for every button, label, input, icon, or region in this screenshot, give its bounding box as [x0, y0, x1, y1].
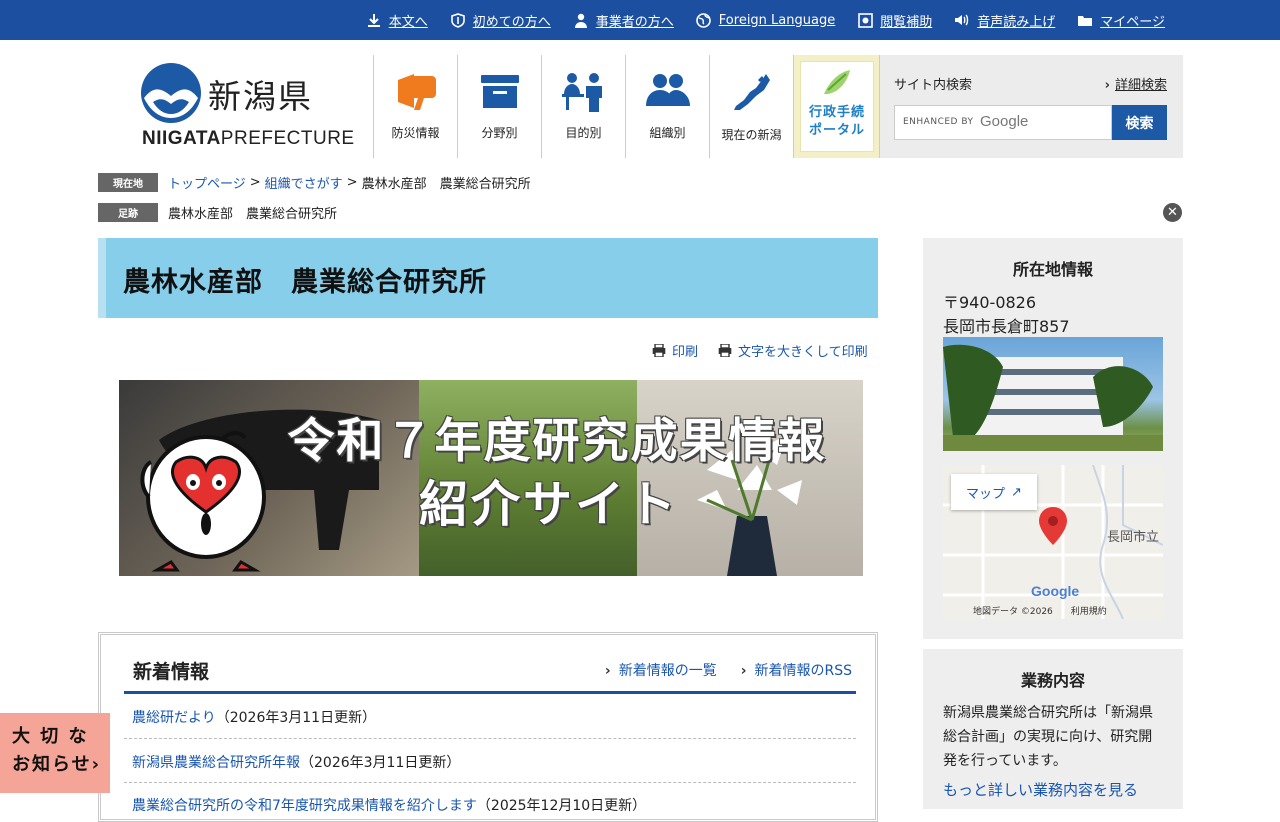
nav-niigata-now[interactable]: 現在の新潟: [710, 55, 794, 158]
nav-by-field[interactable]: 分野別: [458, 55, 542, 158]
address: 長岡市長倉町857: [943, 317, 1070, 336]
link-first-visit[interactable]: 初めての方へ: [450, 11, 551, 30]
search-title: サイト内検索: [894, 78, 973, 93]
link-foreign-language[interactable]: Foreign Language: [696, 12, 835, 28]
advanced-search-link[interactable]: 詳細検索: [1105, 74, 1167, 93]
news-section: 新着情報 新着情報の一覧 新着情報のRSS 農総研だより（2026年3月11日更…: [98, 632, 878, 822]
nav-disaster-info[interactable]: 防災情報: [374, 55, 458, 158]
top-utility-bar: 本文へ 初めての方へ 事業者の方へ Foreign Language 閲覧補助 …: [0, 0, 1280, 40]
facility-photo: [943, 337, 1163, 451]
niigata-map-icon: [733, 74, 770, 110]
news-links: 新着情報の一覧 新着情報のRSS: [581, 660, 852, 680]
business-description: 新潟県農業総合研究所は「新潟県総合計画」の実現に向け、研究開発を行っています。: [943, 705, 1153, 769]
footprint-item[interactable]: 農林水産部 農業総合研究所: [168, 203, 337, 222]
shield-leaf-icon: [450, 12, 466, 28]
breadcrumb-link-top[interactable]: トップページ: [168, 173, 246, 192]
news-heading: 新着情報: [133, 661, 210, 683]
page-title: 農林水産部 農業総合研究所: [123, 267, 487, 298]
breadcrumb-link-organization[interactable]: 組織でさがす: [265, 173, 343, 192]
map-footer: 地図データ ©2026 利用規約: [973, 607, 1107, 617]
nav-by-organization[interactable]: 組織別: [626, 55, 710, 158]
external-link-icon: ↗: [1011, 484, 1022, 500]
link-my-page[interactable]: マイページ: [1077, 11, 1165, 30]
portal-leaf-icon: [824, 70, 850, 94]
breadcrumb: 現在地 トップページ > 組織でさがす > 農林水産部 農業総合研究所: [98, 173, 531, 192]
close-icon: ✕: [1167, 205, 1178, 220]
nav-by-purpose[interactable]: 目的別: [542, 55, 626, 158]
banner-title-line1: 令和７年度研究成果情報: [287, 414, 827, 469]
search-button[interactable]: 検索: [1112, 105, 1167, 140]
global-nav: 防災情報 分野別 目的別 組織別 現在の新潟 行政手続 ポータル: [373, 55, 880, 158]
map-city-label: 長岡市立: [1107, 530, 1160, 545]
link-business[interactable]: 事業者の方へ: [573, 11, 674, 30]
people-desk-icon: [561, 73, 602, 112]
map-pin-icon: [1039, 507, 1067, 545]
speaker-icon: [954, 12, 970, 28]
banner-title-line2: 紹介サイト: [418, 476, 679, 533]
footprint-tag: 足跡: [98, 203, 158, 222]
nav-admin-procedure-portal[interactable]: 行政手続 ポータル: [794, 55, 880, 158]
location-panel: 所在地情報 〒940-0826 長岡市長倉町857 マップ ↗ 長岡市立 Goog…: [923, 238, 1183, 639]
location-map[interactable]: マップ ↗ 長岡市立 Google 地図データ ©2026 利用規約: [943, 465, 1163, 619]
person-icon: [573, 12, 589, 28]
link-text-to-speech[interactable]: 音声読み上げ: [954, 11, 1055, 30]
google-map-logo: Google: [1031, 583, 1080, 599]
logo-en-name: NIIGATAPREFECTURE: [142, 128, 355, 149]
business-panel: 業務内容 新潟県農業総合研究所は「新潟県総合計画」の実現に向け、研究開発を行って…: [923, 649, 1183, 809]
close-footprint-button[interactable]: ✕: [1163, 203, 1182, 222]
site-search-panel: サイト内検索 詳細検索 ENHANCED BY Google 検索: [880, 55, 1183, 158]
print-link[interactable]: 印刷: [652, 341, 698, 360]
folder-icon: [1077, 12, 1093, 28]
page-title-bar: 農林水産部 農業総合研究所: [98, 238, 878, 318]
logo-jp-name: 新潟県: [208, 77, 313, 116]
breadcrumb-current: 農林水産部 農業総合研究所: [361, 177, 531, 192]
link-skip-to-content[interactable]: 本文へ: [366, 11, 428, 30]
globe-icon: [696, 12, 712, 28]
news-item: 農業総合研究所の令和7年度研究成果情報を紹介します（2025年12月10日更新）: [132, 798, 647, 814]
view-assist-icon: [857, 12, 873, 28]
news-item: 農総研だより（2026年3月11日更新）: [132, 710, 377, 726]
postal-code: 〒940-0826: [943, 293, 1037, 312]
print-large-link[interactable]: 文字を大きくして印刷: [718, 341, 868, 360]
utility-links: 本文へ 初めての方へ 事業者の方へ Foreign Language 閲覧補助 …: [344, 0, 1165, 40]
business-more-link[interactable]: もっと詳しい業務内容を見る: [943, 779, 1138, 800]
group-icon: [645, 74, 690, 106]
location-heading: 所在地情報: [1012, 260, 1093, 279]
download-arrow-icon: [366, 12, 382, 28]
portal-label: 行政手続 ポータル: [808, 105, 865, 138]
news-item: 新潟県農業総合研究所年報（2026年3月11日更新）: [132, 755, 461, 771]
google-wordmark: Google: [980, 113, 1029, 130]
megaphone-icon: [397, 74, 436, 110]
map-open-button[interactable]: マップ ↗: [951, 474, 1037, 510]
site-logo[interactable]: 新潟県 NIIGATAPREFECTURE: [140, 62, 354, 152]
business-heading: 業務内容: [1020, 671, 1085, 690]
printer-icon: [652, 344, 666, 357]
footprint: 足跡 農林水産部 農業総合研究所: [98, 203, 337, 222]
important-notice-button[interactable]: 大 切 な お知らせ›: [0, 713, 110, 793]
news-list-link[interactable]: 新着情報の一覧: [605, 660, 717, 680]
niigata-emblem-icon: [141, 63, 201, 123]
research-results-banner[interactable]: 令和７年度研究成果情報 紹介サイト: [119, 380, 863, 576]
search-input[interactable]: ENHANCED BY Google: [894, 105, 1112, 140]
link-view-assist[interactable]: 閲覧補助: [857, 11, 932, 30]
news-divider: [124, 691, 856, 694]
chevron-right-icon: ›: [91, 754, 102, 775]
news-rss-link[interactable]: 新着情報のRSS: [741, 660, 852, 680]
box-icon: [480, 75, 519, 108]
printer-icon: [718, 344, 732, 357]
breadcrumb-tag: 現在地: [98, 173, 158, 192]
